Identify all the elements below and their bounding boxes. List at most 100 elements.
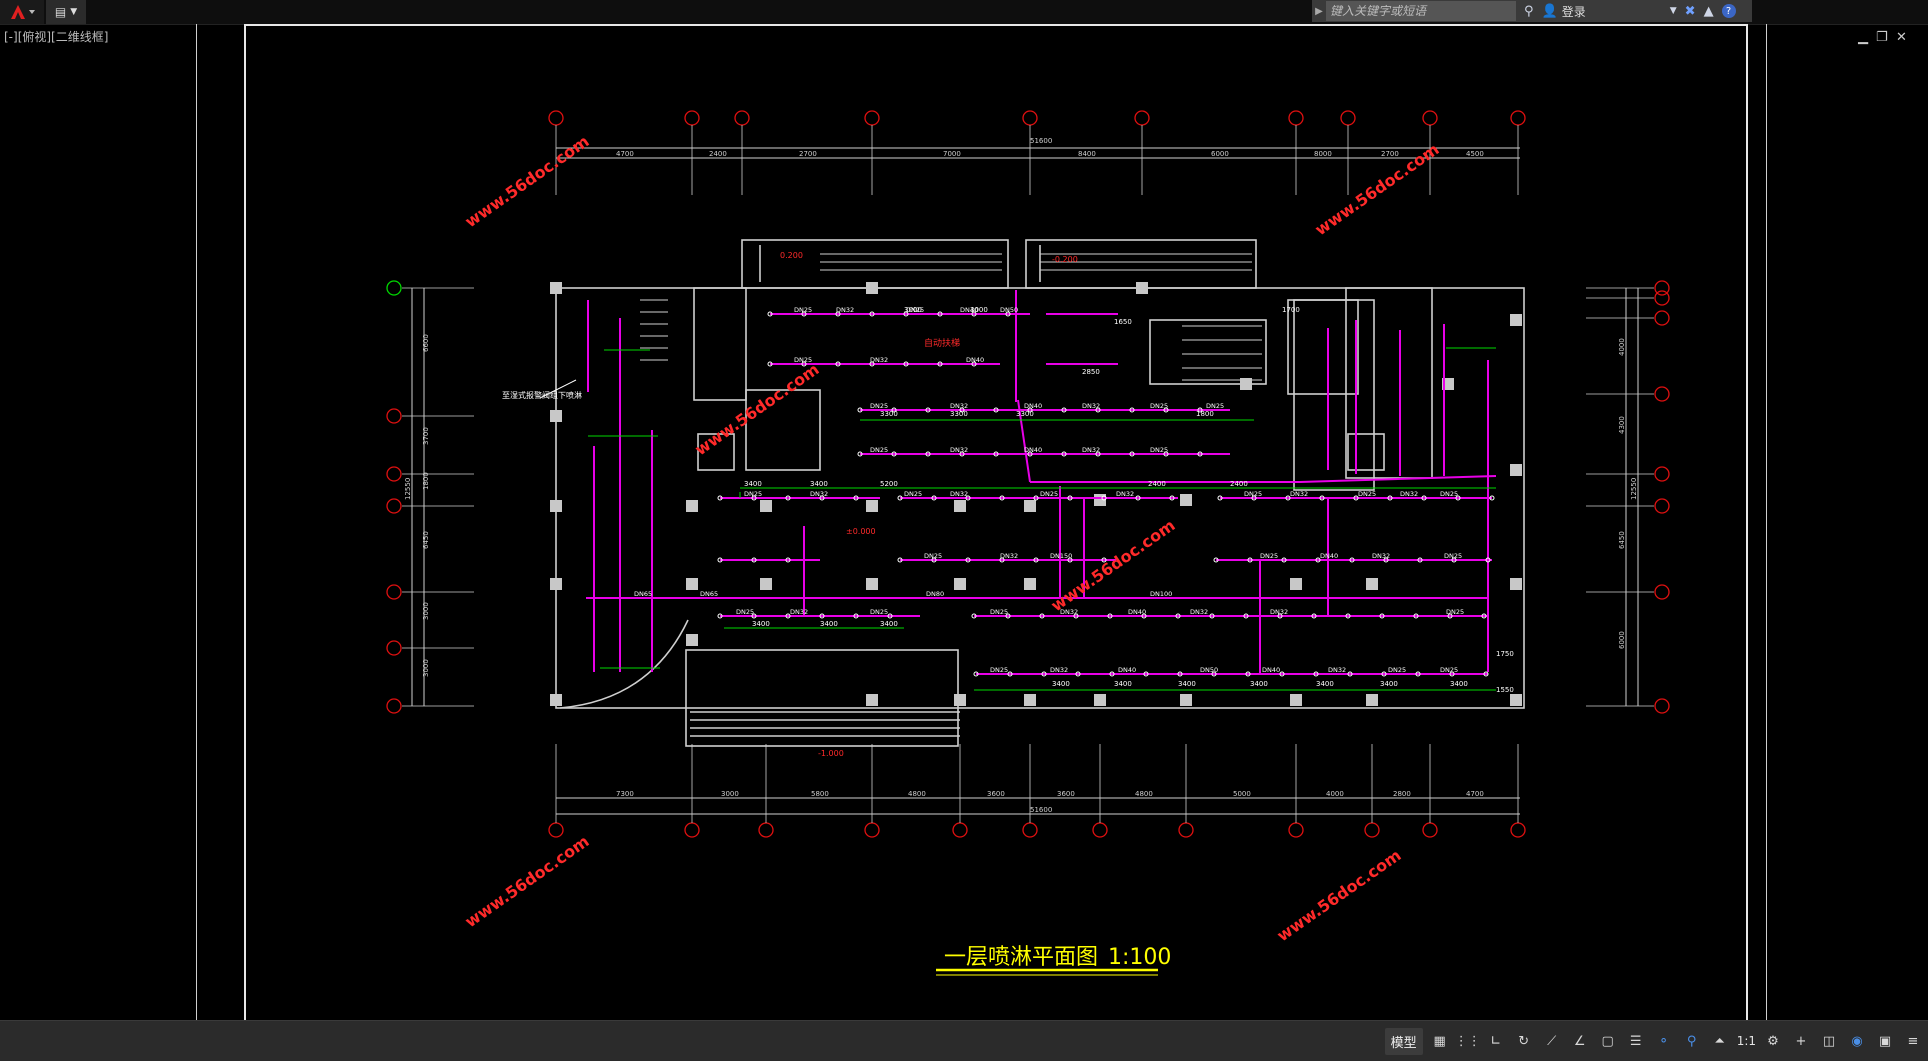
pipe-size-label: DN50 bbox=[1000, 306, 1018, 314]
column bbox=[1510, 694, 1522, 706]
pipe-size-label: DN65 bbox=[700, 590, 718, 598]
axis-bubble bbox=[864, 822, 880, 838]
axis-bubble bbox=[952, 822, 968, 838]
svg-text:至湿式报警阀组下喷淋: 至湿式报警阀组下喷淋 bbox=[502, 390, 582, 400]
snap-icon[interactable]: ⋮⋮ bbox=[1455, 1030, 1481, 1052]
pipe-size-label: DN25 bbox=[906, 306, 924, 314]
ortho-icon[interactable]: ∟ bbox=[1485, 1030, 1507, 1052]
pipe-size-label: DN100 bbox=[1150, 590, 1172, 598]
axis-bubble bbox=[1654, 386, 1670, 402]
status-bar: 模型 ▦ ⋮⋮ ∟ ↻ ⟋ ∠ ▢ ☰ ⚬ ⚲ ⏶ 1:1 ⚙ + ◫ ◉ ▣ … bbox=[0, 1020, 1928, 1061]
axis-bubble bbox=[386, 408, 402, 424]
pipe-size-label: DN25 bbox=[1440, 490, 1458, 498]
customize-menu-icon[interactable]: ≡ bbox=[1902, 1030, 1924, 1052]
pipe-size-label: DN40 bbox=[966, 356, 984, 364]
spacing-label: 3400 bbox=[1380, 680, 1398, 688]
stair-treads bbox=[640, 253, 1262, 381]
pipe-size-label: DN32 bbox=[1400, 490, 1418, 498]
svg-text:0.200: 0.200 bbox=[780, 251, 803, 260]
watermark-text: www.56doc.com bbox=[1047, 515, 1178, 615]
top-dim-label: 4500 bbox=[1466, 150, 1484, 158]
pipe-size-label: DN32 bbox=[1290, 490, 1308, 498]
spacing-label: 3400 bbox=[810, 480, 828, 488]
svg-text:±0.000: ±0.000 bbox=[846, 527, 876, 536]
bottom-dim-label: 3600 bbox=[987, 790, 1005, 798]
spacing-label: 3400 bbox=[1450, 680, 1468, 688]
column bbox=[550, 578, 562, 590]
isolate-objects-icon[interactable]: ◫ bbox=[1818, 1030, 1840, 1052]
annotation-visibility-icon[interactable]: ⚬ bbox=[1653, 1030, 1675, 1052]
drawing-canvas[interactable]: 51600 4700 2400 2700 7000 8400 6000 8000 2700 450… bbox=[0, 0, 1928, 1060]
svg-text:-0.200: -0.200 bbox=[1052, 255, 1078, 264]
axis-bubble bbox=[1022, 822, 1038, 838]
polar-icon[interactable]: ↻ bbox=[1513, 1030, 1535, 1052]
left-dim-label: 6450 bbox=[422, 531, 430, 549]
drawing-title: 一层喷淋平面图 1:100 bbox=[936, 945, 1171, 976]
axis-bubble bbox=[1654, 466, 1670, 482]
column bbox=[1024, 578, 1036, 590]
pipe-size-label: DN25 bbox=[990, 608, 1008, 616]
pipe-size-label: DN25 bbox=[1244, 490, 1262, 498]
pipe-size-label: DN25 bbox=[1150, 446, 1168, 454]
left-total-label: 12550 bbox=[404, 478, 412, 500]
bottom-dim-label: 2800 bbox=[1393, 790, 1411, 798]
object-snap-icon[interactable]: ▢ bbox=[1597, 1030, 1619, 1052]
pipe-size-label: DN32 bbox=[810, 490, 828, 498]
axis-bubble bbox=[386, 584, 402, 600]
pipe-size-label: DN32 bbox=[1050, 666, 1068, 674]
pipe-size-label: DN25 bbox=[904, 490, 922, 498]
pipe-size-label: DN25 bbox=[1388, 666, 1406, 674]
axis-bubble bbox=[548, 110, 564, 126]
object-snap-tracking-icon[interactable]: ∠ bbox=[1569, 1030, 1591, 1052]
axis-bubble bbox=[758, 822, 774, 838]
isodraft-icon[interactable]: ⟋ bbox=[1541, 1030, 1563, 1052]
spacing-label: 1700 bbox=[1282, 306, 1300, 314]
watermark-text: www.56doc.com bbox=[461, 131, 592, 231]
plus-icon[interactable]: + bbox=[1790, 1030, 1812, 1052]
pipe-size-label: DN25 bbox=[1260, 552, 1278, 560]
bottom-dim-label: 4800 bbox=[908, 790, 926, 798]
bottom-dim-label: 5000 bbox=[1233, 790, 1251, 798]
column bbox=[550, 410, 562, 422]
spacing-label: 3300 bbox=[950, 410, 968, 418]
pipe-size-label: DN32 bbox=[1082, 446, 1100, 454]
grid-icon[interactable]: ▦ bbox=[1429, 1030, 1451, 1052]
pipe-size-label: DN25 bbox=[744, 490, 762, 498]
column bbox=[1366, 694, 1378, 706]
pipe-size-label: DN25 bbox=[1440, 666, 1458, 674]
hardware-acceleration-icon[interactable]: ◉ bbox=[1846, 1030, 1868, 1052]
left-dim-label: 3000 bbox=[422, 659, 430, 677]
pipe-segment bbox=[1299, 475, 1497, 483]
axis-bubble bbox=[1510, 822, 1526, 838]
model-space-button[interactable]: 模型 bbox=[1384, 1027, 1423, 1055]
spacing-label: 1550 bbox=[1496, 686, 1514, 694]
pipe-size-label: DN25 bbox=[1206, 402, 1224, 410]
column bbox=[1024, 500, 1036, 512]
annotation-scale-value[interactable]: 1:1 bbox=[1737, 1034, 1756, 1048]
axis-bubble bbox=[386, 466, 402, 482]
spacing-label: 3400 bbox=[752, 620, 770, 628]
lineweight-icon[interactable]: ☰ bbox=[1625, 1030, 1647, 1052]
axis-bubble bbox=[1422, 822, 1438, 838]
pipe-size-label: DN32 bbox=[950, 490, 968, 498]
pipe-size-label: DN25 bbox=[1040, 490, 1058, 498]
column bbox=[1510, 314, 1522, 326]
annotation-monitor-icon[interactable]: ⏶ bbox=[1709, 1030, 1731, 1052]
clean-screen-icon[interactable]: ▣ bbox=[1874, 1030, 1896, 1052]
column bbox=[1290, 578, 1302, 590]
spacing-label: 5200 bbox=[880, 480, 898, 488]
spacing-label: 3400 bbox=[1052, 680, 1070, 688]
annotation-scale-icon[interactable]: ⚲ bbox=[1681, 1030, 1703, 1052]
axis-bubble bbox=[1092, 822, 1108, 838]
spacing-label: 3400 bbox=[1114, 680, 1132, 688]
pipe-size-label: DN40 bbox=[1024, 446, 1042, 454]
spacing-label: 3400 bbox=[1178, 680, 1196, 688]
axis-bubble bbox=[1654, 698, 1670, 714]
right-dim-label: 6000 bbox=[1618, 631, 1626, 649]
axis-bubble bbox=[1340, 110, 1356, 126]
drawing-title-text: 一层喷淋平面图 bbox=[944, 945, 1098, 970]
watermark-text: www.56doc.com bbox=[461, 831, 592, 931]
pipe-size-label: DN40 bbox=[1262, 666, 1280, 674]
axis-bubble bbox=[864, 110, 880, 126]
workspace-gear-icon[interactable]: ⚙ bbox=[1762, 1030, 1784, 1052]
